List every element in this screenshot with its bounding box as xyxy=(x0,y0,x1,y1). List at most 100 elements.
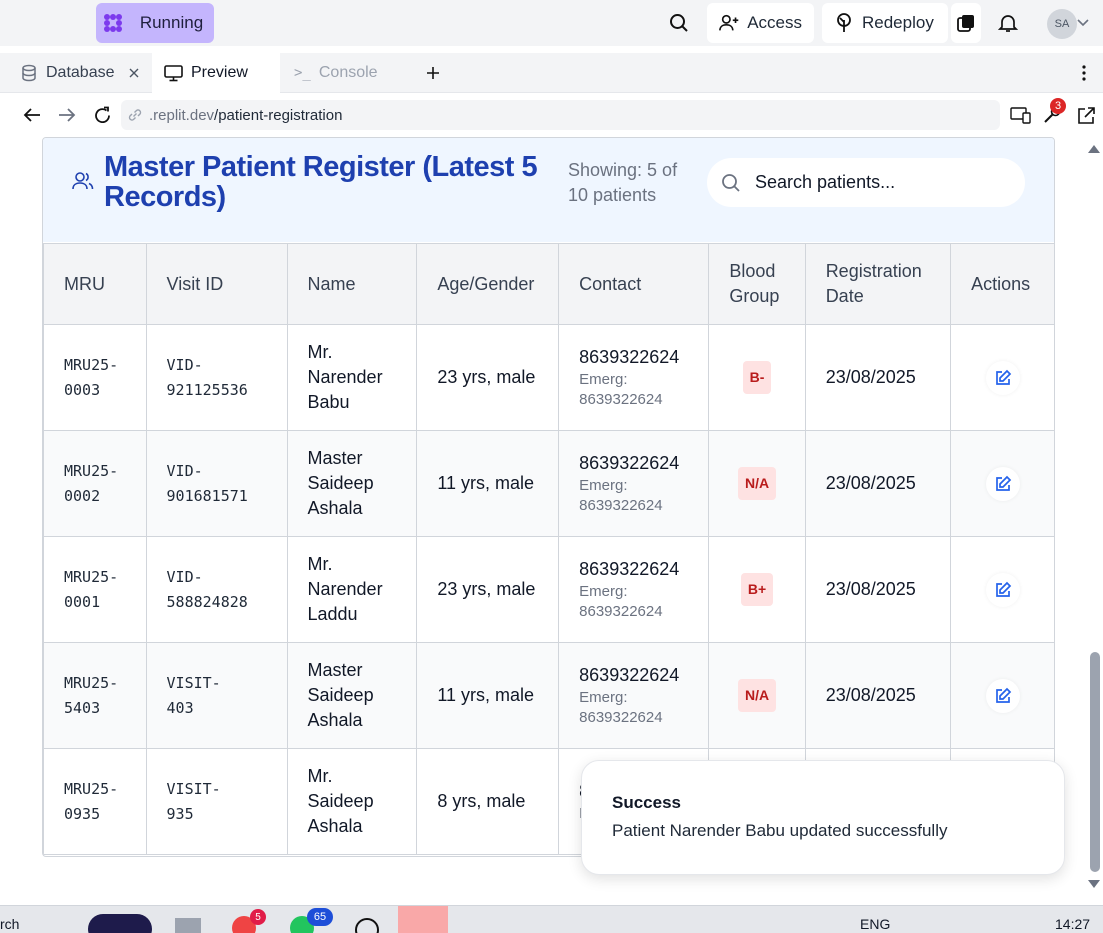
column-header-name[interactable]: Name xyxy=(286,243,418,325)
name-cell: Mr. Saideep Ashala xyxy=(286,748,418,855)
registration-date: 23/08/2025 xyxy=(825,473,916,493)
clock[interactable]: 14:27 xyxy=(1055,916,1090,932)
tab-preview[interactable]: Preview xyxy=(152,53,280,93)
users-icon xyxy=(72,171,94,196)
devices-icon[interactable] xyxy=(1009,103,1033,127)
mru-cell: MRU25- 0002 xyxy=(43,430,147,537)
registration-date-cell: 23/08/2025 xyxy=(804,642,952,749)
language-indicator[interactable]: ENG xyxy=(860,916,890,932)
column-header-actions: Actions xyxy=(950,243,1054,325)
forward-arrow-icon[interactable] xyxy=(55,103,79,127)
replit-logo-icon[interactable] xyxy=(96,3,130,43)
redeploy-button[interactable]: Redeploy xyxy=(822,3,948,43)
search-icon[interactable] xyxy=(667,11,691,35)
edit-icon[interactable] xyxy=(985,466,1020,501)
back-arrow-icon[interactable] xyxy=(20,103,44,127)
patient-name: Mr. Narender Babu xyxy=(307,342,383,412)
name-cell: Master Saideep Ashala xyxy=(286,430,418,537)
mru-cell: MRU25- 5403 xyxy=(43,642,147,749)
close-icon[interactable] xyxy=(129,68,139,78)
age-gender-value: 11 yrs, male xyxy=(437,685,535,705)
bell-icon[interactable] xyxy=(996,11,1020,35)
deploy-icon xyxy=(837,13,851,32)
notification-count-badge: 3 xyxy=(1050,98,1066,114)
taskbar-badge-a: 5 xyxy=(250,909,266,925)
mru-cell: MRU25- 0003 xyxy=(43,324,147,431)
age-gender-cell: 8 yrs, male xyxy=(416,748,560,855)
registration-date-cell: 23/08/2025 xyxy=(804,536,952,643)
emergency-contact: Emerg: 8639322624 xyxy=(579,689,663,726)
running-status-button[interactable]: Running xyxy=(129,3,214,43)
visit-id-cell: VISIT- 935 xyxy=(145,748,288,855)
search-placeholder: Search patients... xyxy=(755,172,896,192)
url-path: /patient-registration xyxy=(214,106,343,124)
table-row[interactable]: MRU25- 5403 VISIT- 403 Master Saideep Ashala… xyxy=(43,642,1054,749)
column-header-registration-date[interactable]: Registration Date xyxy=(804,243,952,325)
age-gender-value: 11 yrs, male xyxy=(437,473,535,493)
column-header-contact[interactable]: Contact xyxy=(558,243,710,325)
patient-name: Mr. Narender Laddu xyxy=(307,554,383,624)
search-input[interactable]: Search patients... xyxy=(707,158,1025,207)
age-gender-cell: 23 yrs, male xyxy=(416,324,560,431)
patient-name: Master Saideep Ashala xyxy=(307,448,374,518)
table-row[interactable]: MRU25- 0002 VID- 901681571 Master Saideep As… xyxy=(43,430,1054,537)
registration-date-cell: 23/08/2025 xyxy=(804,430,952,537)
more-menu-icon[interactable] xyxy=(1074,53,1096,93)
patient-name: Master Saideep Ashala xyxy=(307,660,374,730)
url-host: .replit.dev xyxy=(149,106,215,124)
column-header-age-gender[interactable]: Age/Gender xyxy=(416,243,560,325)
column-header-mru[interactable]: MRU xyxy=(43,243,147,325)
visit-id-value: VISIT- 935 xyxy=(166,779,221,823)
redeploy-label: Redeploy xyxy=(862,13,934,32)
chatgpt-icon[interactable] xyxy=(355,918,379,933)
table-row[interactable]: MRU25- 0003 VID- 921125536 Mr. Narender Babu… xyxy=(43,324,1054,431)
contact-cell: 8639322624 Emerg: 8639322624 xyxy=(558,324,710,431)
mru-cell: MRU25- 0935 xyxy=(43,748,147,855)
column-header-blood-group[interactable]: Blood Group xyxy=(708,243,806,325)
contact-cell: 8639322624 Emerg: 8639322624 xyxy=(558,430,710,537)
success-toast[interactable]: Success Patient Narender Babu updated su… xyxy=(581,760,1065,875)
tab-preview-label: Preview xyxy=(191,64,248,81)
contact-cell: 8639322624 Emerg: 8639322624 xyxy=(558,642,710,749)
mru-value: MRU25- 0935 xyxy=(64,779,119,823)
record-count: Showing: 5 of 10 patients xyxy=(568,160,678,205)
scrollbar-thumb[interactable] xyxy=(1090,652,1100,872)
scroll-up-arrow-icon[interactable] xyxy=(1088,145,1100,153)
age-gender-cell: 11 yrs, male xyxy=(416,430,560,537)
visit-id-value: VID- 901681571 xyxy=(166,461,248,505)
age-gender-cell: 23 yrs, male xyxy=(416,536,560,643)
user-avatar[interactable]: SA xyxy=(1047,9,1077,39)
contact-cell: 8639322624 Emerg: 8639322624 xyxy=(558,536,710,643)
taskbar-search-fragment[interactable]: rch xyxy=(0,916,19,932)
registration-date: 23/08/2025 xyxy=(825,367,916,387)
access-button[interactable]: Access xyxy=(707,3,814,43)
age-gender-value: 8 yrs, male xyxy=(437,791,526,811)
page-title: Master Patient Register (Latest 5 Record… xyxy=(104,151,538,213)
search-icon xyxy=(722,173,740,192)
column-header-visit-id[interactable]: Visit ID xyxy=(145,243,288,325)
patient-name: Mr. Saideep Ashala xyxy=(307,766,374,836)
tab-console[interactable]: >_ Console xyxy=(282,53,412,93)
reload-icon[interactable] xyxy=(90,103,114,127)
widget-icon[interactable] xyxy=(88,914,152,933)
blood-group-badge: N/A xyxy=(737,679,777,712)
mru-value: MRU25- 0001 xyxy=(64,567,119,611)
edit-icon[interactable] xyxy=(985,678,1020,713)
tab-database[interactable]: Database xyxy=(8,53,151,93)
blood-group-badge: N/A xyxy=(737,467,777,500)
url-field[interactable]: .replit.dev/patient-registration xyxy=(121,100,1000,130)
workspace-button[interactable] xyxy=(951,3,981,43)
scroll-down-arrow-icon[interactable] xyxy=(1088,880,1100,888)
edit-icon[interactable] xyxy=(985,360,1020,395)
file-explorer-icon[interactable] xyxy=(175,918,201,933)
name-cell: Mr. Narender Babu xyxy=(286,324,418,431)
new-tab-button[interactable] xyxy=(420,53,450,93)
active-app-icon[interactable] xyxy=(398,906,448,933)
visit-id-cell: VISIT- 403 xyxy=(145,642,288,749)
table-row[interactable]: MRU25- 0001 VID- 588824828 Mr. Narender Ladd… xyxy=(43,536,1054,643)
open-external-icon[interactable] xyxy=(1074,103,1098,127)
taskbar-badge-b: 65 xyxy=(307,908,333,926)
chevron-down-icon[interactable] xyxy=(1076,11,1090,35)
contact-number: 8639322624 xyxy=(579,665,680,685)
edit-icon[interactable] xyxy=(985,572,1020,607)
